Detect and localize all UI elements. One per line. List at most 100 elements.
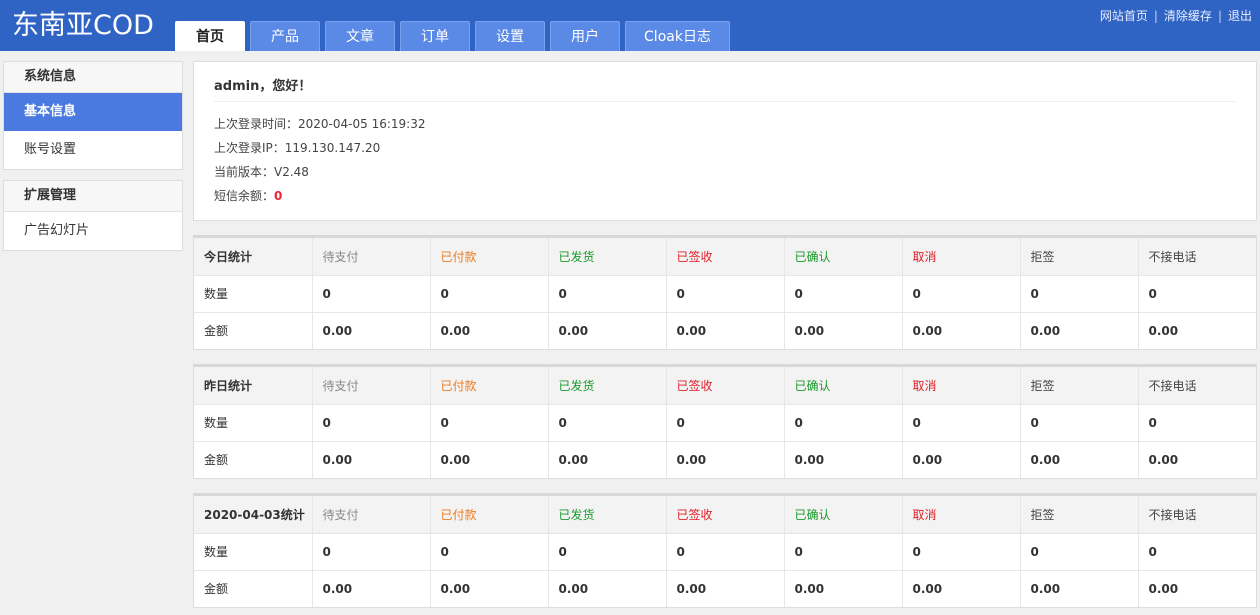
sidebar-item-basic-info[interactable]: 基本信息 — [4, 93, 182, 131]
version-value: V2.48 — [274, 165, 309, 179]
column-header-signed: 已签收 — [666, 238, 785, 276]
stat-value-signed: 0 — [666, 275, 785, 313]
column-header-paid: 已付款 — [430, 238, 549, 276]
stats-title: 昨日统计 — [194, 367, 313, 405]
tab-articles[interactable]: 文章 — [325, 21, 395, 51]
stat-value-paid: 0 — [430, 404, 549, 442]
stat-value-paid: 0.00 — [430, 570, 549, 607]
sidebar-item-ad-slides[interactable]: 广告幻灯片 — [4, 212, 182, 250]
column-header-paid: 已付款 — [430, 496, 549, 534]
table-row: 数量 0 0 0 0 0 0 0 0 — [194, 533, 1256, 571]
table-row: 金额 0.00 0.00 0.00 0.00 0.00 0.00 0.00 0.00 — [194, 312, 1256, 349]
yesterday-stats: 昨日统计 待支付 已付款 已发货 已签收 已确认 取消 拒签 不接电话 数量 0 0 0 0 0 0 0 0 金额 0… — [193, 364, 1257, 479]
stat-value-paid: 0 — [430, 275, 549, 313]
column-header-no-answer: 不接电话 — [1138, 238, 1256, 276]
column-header-pending-payment: 待支付 — [312, 238, 431, 276]
stat-value-signed: 0 — [666, 533, 785, 571]
last-login-ip-value: 119.130.147.20 — [284, 141, 381, 155]
row-label: 数量 — [194, 275, 313, 313]
row-label: 数量 — [194, 404, 313, 442]
stat-value-confirmed: 0.00 — [784, 312, 903, 349]
stat-value-pending-payment: 0 — [312, 533, 431, 571]
link-separator: | — [1217, 9, 1222, 23]
last-login-time: 上次登录时间：2020-04-05 16:19:32 — [214, 112, 1236, 136]
last-login-time-value: 2020-04-05 16:19:32 — [298, 117, 426, 131]
column-header-pending-payment: 待支付 — [312, 496, 431, 534]
tab-products[interactable]: 产品 — [250, 21, 320, 51]
stat-value-cancelled: 0 — [902, 404, 1021, 442]
sidebar-item-account-settings[interactable]: 账号设置 — [4, 131, 182, 169]
column-header-confirmed: 已确认 — [784, 367, 903, 405]
stat-value-signed: 0.00 — [666, 570, 785, 607]
row-label: 金额 — [194, 312, 313, 349]
current-version: 当前版本：V2.48 — [214, 160, 1236, 184]
stat-value-shipped: 0 — [548, 275, 667, 313]
column-header-rejected: 拒签 — [1020, 496, 1139, 534]
last-login-time-label: 上次登录时间： — [214, 117, 299, 131]
stat-value-no-answer: 0 — [1138, 275, 1256, 313]
tab-cloak-log[interactable]: Cloak日志 — [625, 21, 730, 51]
sidebar-group-title: 系统信息 — [4, 62, 182, 93]
column-header-signed: 已签收 — [666, 496, 785, 534]
clear-cache-link[interactable]: 清除缓存 — [1164, 9, 1212, 23]
tab-home[interactable]: 首页 — [175, 21, 245, 51]
table-row: 数量 0 0 0 0 0 0 0 0 — [194, 275, 1256, 313]
row-label: 数量 — [194, 533, 313, 571]
last-login-ip: 上次登录IP：119.130.147.20 — [214, 136, 1236, 160]
stat-value-cancelled: 0 — [902, 275, 1021, 313]
site-home-link[interactable]: 网站首页 — [1100, 9, 1148, 23]
column-header-paid: 已付款 — [430, 367, 549, 405]
stat-value-shipped: 0 — [548, 404, 667, 442]
tab-settings[interactable]: 设置 — [475, 21, 545, 51]
tab-users[interactable]: 用户 — [550, 21, 620, 51]
column-header-cancelled: 取消 — [902, 238, 1021, 276]
stat-value-shipped: 0.00 — [548, 570, 667, 607]
column-header-rejected: 拒签 — [1020, 367, 1139, 405]
stats-title: 2020-04-03统计 — [194, 496, 313, 534]
stat-value-signed: 0.00 — [666, 312, 785, 349]
stat-value-shipped: 0.00 — [548, 312, 667, 349]
logout-link[interactable]: 退出 — [1228, 9, 1252, 23]
column-header-rejected: 拒签 — [1020, 238, 1139, 276]
row-label: 金额 — [194, 441, 313, 478]
stat-value-shipped: 0.00 — [548, 441, 667, 478]
stat-value-confirmed: 0 — [784, 533, 903, 571]
top-header: 东南亚COD 首页 产品 文章 订单 设置 用户 Cloak日志 网站首页 | 清除… — [0, 0, 1260, 51]
stat-value-rejected: 0 — [1020, 404, 1139, 442]
top-links: 网站首页 | 清除缓存 | 退出 — [1100, 7, 1252, 24]
stat-value-pending-payment: 0.00 — [312, 312, 431, 349]
stat-value-paid: 0 — [430, 533, 549, 571]
sms-balance-value: 0 — [274, 189, 283, 203]
stat-value-cancelled: 0.00 — [902, 312, 1021, 349]
version-label: 当前版本： — [214, 165, 275, 179]
column-header-cancelled: 取消 — [902, 496, 1021, 534]
stat-value-cancelled: 0.00 — [902, 570, 1021, 607]
greeting: admin，您好！ — [214, 62, 1236, 102]
stat-value-no-answer: 0.00 — [1148, 452, 1179, 467]
column-header-shipped: 已发货 — [548, 496, 667, 534]
sms-balance: 短信余额：0 — [214, 184, 1236, 208]
stat-value-pending-payment: 0 — [312, 275, 431, 313]
sidebar-group-system: 系统信息 基本信息 账号设置 — [3, 61, 183, 170]
stat-value-signed: 0.00 — [666, 441, 785, 478]
stat-value-confirmed: 0 — [784, 275, 903, 313]
column-header-confirmed: 已确认 — [784, 238, 903, 276]
sidebar-group-title: 扩展管理 — [4, 181, 182, 212]
stat-value-pending-payment: 0.00 — [312, 441, 431, 478]
stat-value-rejected: 0.00 — [1020, 441, 1139, 478]
column-header-pending-payment: 待支付 — [312, 367, 431, 405]
tab-orders[interactable]: 订单 — [400, 21, 470, 51]
stat-value-confirmed: 0.00 — [784, 570, 903, 607]
stat-value-no-answer: 0 — [1138, 404, 1256, 442]
stat-value-rejected: 0.00 — [1020, 570, 1139, 607]
stat-value-shipped: 0 — [548, 533, 667, 571]
sidebar-group-extensions: 扩展管理 广告幻灯片 — [3, 180, 183, 251]
column-header-shipped: 已发货 — [548, 367, 667, 405]
site-logo: 东南亚COD — [12, 10, 154, 41]
stat-value-pending-payment: 0 — [312, 404, 431, 442]
stat-value-confirmed: 0 — [784, 404, 903, 442]
sidebar: 系统信息 基本信息 账号设置 扩展管理 广告幻灯片 — [3, 61, 183, 261]
stat-value-cancelled: 0.00 — [902, 441, 1021, 478]
stat-value-pending-payment: 0.00 — [312, 570, 431, 607]
stat-value-no-answer: 0.00 — [1148, 323, 1179, 338]
